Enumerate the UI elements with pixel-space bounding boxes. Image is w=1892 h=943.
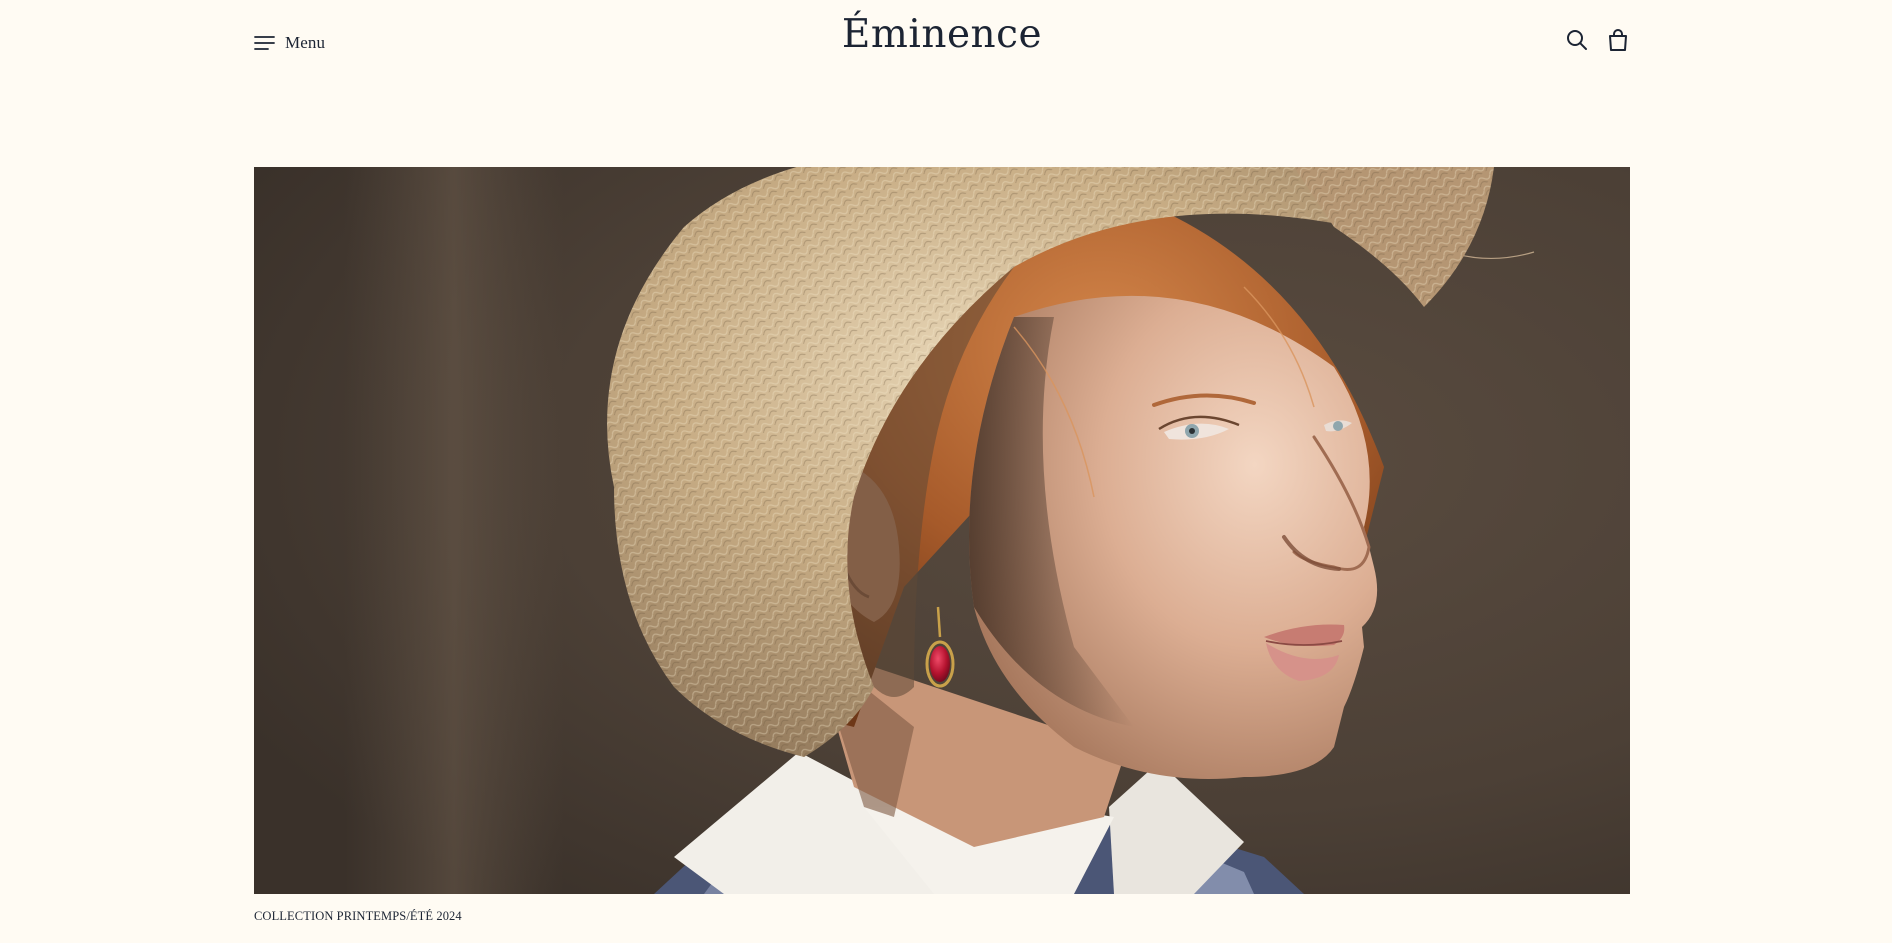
menu-button[interactable]: Menu	[254, 30, 325, 56]
site-header: Menu Éminence	[254, 0, 1630, 86]
search-icon	[1566, 29, 1588, 56]
hero-image	[254, 167, 1630, 894]
hamburger-icon	[254, 35, 275, 51]
hero-banner[interactable]	[254, 167, 1630, 894]
hero-caption: COLLECTION PRINTEMPS/ÉTÉ 2024	[254, 909, 462, 923]
brand-logo[interactable]: Éminence	[842, 12, 1042, 57]
cart-button[interactable]	[1606, 28, 1630, 56]
shopping-bag-icon	[1608, 28, 1628, 56]
menu-label: Menu	[285, 33, 326, 52]
header-actions	[1565, 28, 1630, 56]
search-button[interactable]	[1565, 28, 1589, 56]
